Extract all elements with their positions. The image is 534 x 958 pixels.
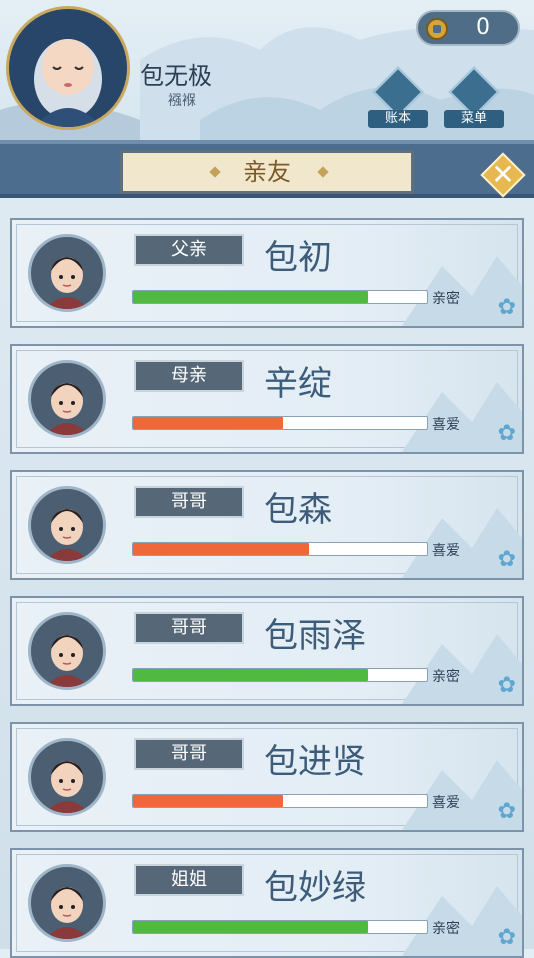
affinity-bar-fill bbox=[133, 795, 283, 807]
relative-portrait bbox=[28, 360, 106, 438]
copper-coin-icon bbox=[426, 18, 448, 40]
close-button[interactable]: ✕ bbox=[480, 152, 526, 198]
relation-tag: 父亲 bbox=[134, 234, 244, 266]
affinity-bar bbox=[132, 668, 428, 682]
affinity-bar bbox=[132, 920, 428, 934]
affinity-bar-fill bbox=[133, 417, 283, 429]
affinity-level-label: 喜爱 bbox=[432, 795, 460, 811]
flower-icon: ✿ bbox=[497, 799, 516, 824]
relative-name: 包雨泽 bbox=[264, 616, 366, 656]
menu-button-label: 菜单 bbox=[444, 110, 504, 128]
affinity-bar-fill bbox=[133, 669, 369, 681]
relative-portrait bbox=[28, 738, 106, 816]
relative-portrait bbox=[28, 486, 106, 564]
flower-icon: ✿ bbox=[497, 673, 516, 698]
relation-tag: 哥哥 bbox=[134, 486, 244, 518]
relative-card[interactable]: ✿ 母亲 辛绽 喜爱 bbox=[10, 344, 524, 454]
relation-tag: 哥哥 bbox=[134, 612, 244, 644]
relative-card[interactable]: ✿ 哥哥 包森 喜爱 bbox=[10, 470, 524, 580]
relative-card[interactable]: ✿ 哥哥 包雨泽 亲密 bbox=[10, 596, 524, 706]
affinity-bar bbox=[132, 794, 428, 808]
affinity-bar-fill bbox=[133, 291, 369, 303]
coin-counter: 0 bbox=[416, 10, 520, 46]
affinity-level-label: 亲密 bbox=[432, 291, 460, 307]
relation-tag: 姐姐 bbox=[134, 864, 244, 896]
relative-portrait bbox=[28, 612, 106, 690]
ledger-button-label: 账本 bbox=[368, 110, 428, 128]
affinity-level-label: 喜爱 bbox=[432, 417, 460, 433]
affinity-bar-fill bbox=[133, 543, 310, 555]
relative-name: 包妙绿 bbox=[264, 868, 366, 908]
affinity-level-label: 亲密 bbox=[432, 921, 460, 937]
flower-icon: ✿ bbox=[497, 421, 516, 446]
affinity-bar-fill bbox=[133, 921, 369, 933]
page-title-plate: 亲友 bbox=[120, 150, 414, 194]
player-avatar[interactable] bbox=[6, 6, 130, 130]
affinity-bar bbox=[132, 416, 428, 430]
player-life-stage: 襁褓 bbox=[168, 93, 196, 109]
affinity-bar bbox=[132, 542, 428, 556]
flower-icon: ✿ bbox=[497, 925, 516, 950]
player-name: 包无极 bbox=[140, 62, 212, 90]
page-title: 亲友 bbox=[243, 158, 291, 186]
relative-portrait bbox=[28, 864, 106, 942]
affinity-bar bbox=[132, 290, 428, 304]
relative-name: 包初 bbox=[264, 238, 332, 278]
relative-portrait bbox=[28, 234, 106, 312]
menu-button[interactable]: 菜单 bbox=[444, 66, 504, 130]
affinity-level-label: 亲密 bbox=[432, 669, 460, 685]
relation-tag: 母亲 bbox=[134, 360, 244, 392]
relative-card[interactable]: ✿ 姐姐 包妙绿 亲密 bbox=[10, 848, 524, 958]
flower-icon: ✿ bbox=[497, 547, 516, 572]
coin-value: 0 bbox=[476, 15, 490, 40]
relative-card[interactable]: ✿ 父亲 包初 亲密 bbox=[10, 218, 524, 328]
ledger-button[interactable]: 账本 bbox=[368, 66, 428, 130]
close-icon: ✕ bbox=[491, 158, 515, 191]
player-header: 包无极 襁褓 0 账本 菜单 bbox=[0, 0, 534, 140]
relative-name: 包进贤 bbox=[264, 742, 366, 782]
relative-card[interactable]: ✿ 哥哥 包进贤 喜爱 bbox=[10, 722, 524, 832]
relative-name: 包森 bbox=[264, 490, 332, 530]
affinity-level-label: 喜爱 bbox=[432, 543, 460, 559]
relation-tag: 哥哥 bbox=[134, 738, 244, 770]
flower-icon: ✿ bbox=[497, 295, 516, 320]
relative-name: 辛绽 bbox=[264, 364, 332, 404]
